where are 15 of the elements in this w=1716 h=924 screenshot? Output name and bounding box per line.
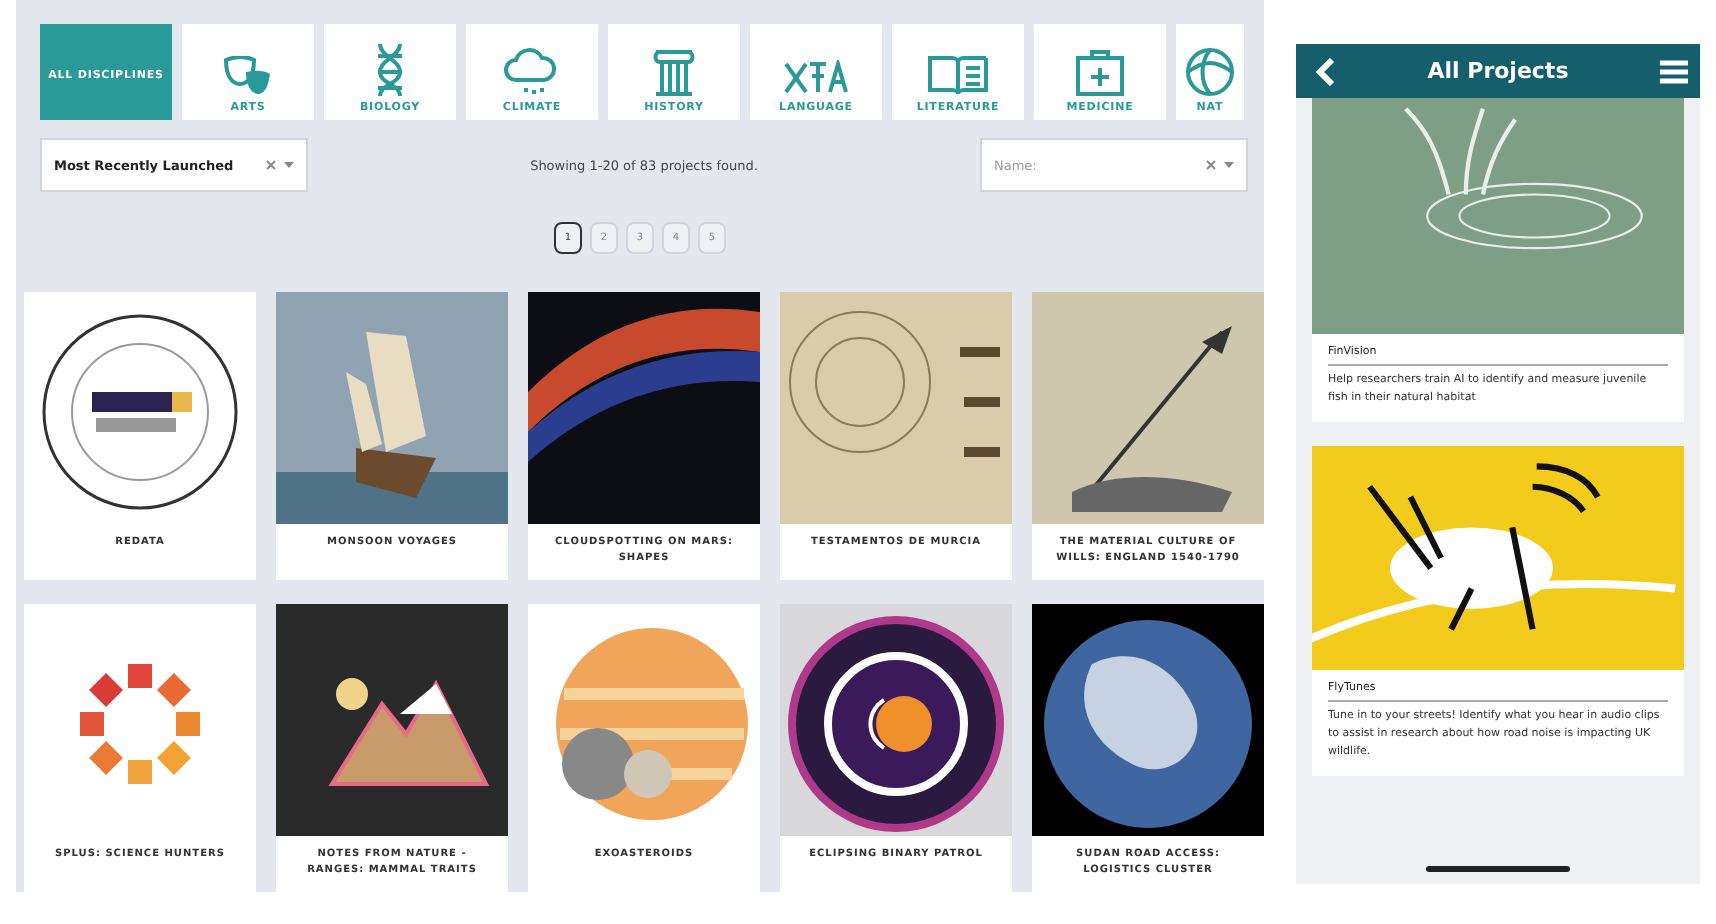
dna-icon xyxy=(376,39,404,96)
cloud-icon xyxy=(504,47,560,96)
clear-icon[interactable] xyxy=(1205,160,1216,170)
caret-icon[interactable] xyxy=(284,162,294,168)
back-icon[interactable] xyxy=(1316,57,1336,85)
home-indicator xyxy=(1426,866,1570,872)
menu-icon[interactable] xyxy=(1660,59,1688,83)
book-icon xyxy=(928,55,988,96)
globe-icon xyxy=(1186,47,1234,96)
medkit-icon xyxy=(1076,47,1124,96)
letters-icon xyxy=(784,59,848,96)
clear-icon[interactable] xyxy=(266,160,276,170)
app-title: All Projects xyxy=(1427,58,1569,84)
column-icon xyxy=(652,47,696,96)
caret-icon[interactable] xyxy=(1223,162,1234,168)
